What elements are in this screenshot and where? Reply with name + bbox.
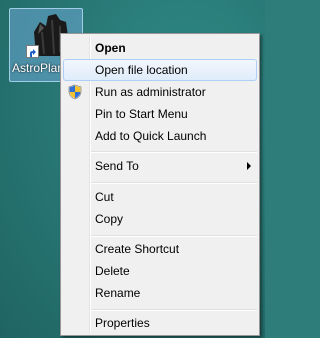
menu-item-label: Add to Quick Launch xyxy=(95,129,207,143)
menu-item-send-to[interactable]: Send To xyxy=(63,155,257,177)
menu-item-add-to-quick-launch[interactable]: Add to Quick Launch xyxy=(63,125,257,147)
menu-item-label: Run as administrator xyxy=(95,85,206,99)
menu-separator xyxy=(91,182,257,184)
menu-item-label: Rename xyxy=(95,286,141,300)
menu-item-rename[interactable]: Rename xyxy=(63,282,257,304)
menu-item-label: Open file location xyxy=(95,63,188,77)
menu-separator xyxy=(91,151,257,153)
menu-item-properties[interactable]: Properties xyxy=(63,312,257,334)
menu-item-delete[interactable]: Delete xyxy=(63,260,257,282)
menu-item-cut[interactable]: Cut xyxy=(63,186,257,208)
menu-separator xyxy=(91,309,257,311)
menu-item-label: Delete xyxy=(95,264,130,278)
menu-item-pin-to-start-menu[interactable]: Pin to Start Menu xyxy=(63,103,257,125)
menu-item-create-shortcut[interactable]: Create Shortcut xyxy=(63,238,257,260)
menu-item-label: Create Shortcut xyxy=(95,242,180,256)
submenu-arrow-icon xyxy=(247,162,251,170)
menu-item-run-as-administrator[interactable]: Run as administrator xyxy=(63,81,257,103)
shortcut-arrow-icon xyxy=(26,45,39,58)
menu-item-label: Copy xyxy=(95,212,124,226)
menu-item-label: Send To xyxy=(95,159,139,173)
menu-item-label: Pin to Start Menu xyxy=(95,107,188,121)
menu-item-label: Open xyxy=(95,41,126,55)
menu-item-open-file-location[interactable]: Open file location xyxy=(63,59,257,81)
uac-shield-icon xyxy=(68,84,82,100)
menu-item-label: Properties xyxy=(95,316,150,330)
menu-separator xyxy=(91,235,257,237)
context-menu: Open Open file location Run as administr… xyxy=(60,33,260,336)
menu-item-label: Cut xyxy=(95,190,114,204)
menu-item-copy[interactable]: Copy xyxy=(63,208,257,230)
menu-item-open[interactable]: Open xyxy=(63,37,257,59)
